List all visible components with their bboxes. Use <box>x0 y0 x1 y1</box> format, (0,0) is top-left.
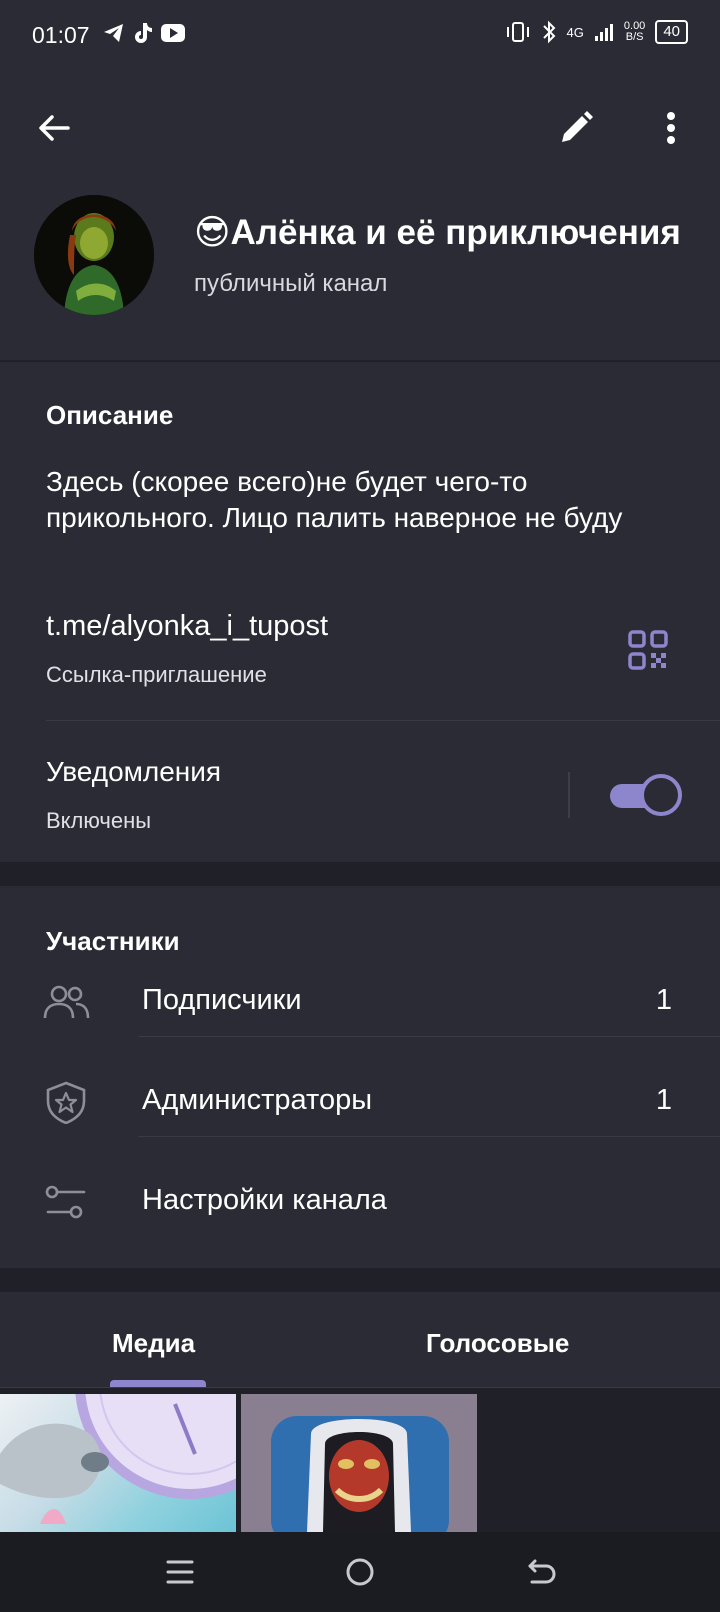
menu-icon[interactable] <box>158 1550 202 1594</box>
telegram-icon <box>104 24 123 42</box>
subscribers-label: Подписчики <box>142 984 302 1016</box>
media-thumbnail[interactable] <box>0 1394 236 1532</box>
invite-link[interactable]: t.me/alyonka_i_tupost <box>46 610 328 643</box>
members-card: Участники Подписчики 1 Администраторы 1 … <box>0 886 720 1268</box>
back-arrow-icon[interactable] <box>34 108 74 148</box>
status-bar: 01:07 4G 0.00 B/S 40 <box>0 0 720 72</box>
toggle-knob <box>640 774 682 816</box>
tab-voice[interactable]: Голосовые <box>426 1328 569 1359</box>
avatar-image <box>34 195 154 315</box>
notification-icons <box>103 22 185 44</box>
people-icon <box>43 985 90 1019</box>
battery-indicator: 40 <box>655 20 688 44</box>
network-type: 4G <box>566 24 584 40</box>
sliders-icon <box>45 1185 86 1219</box>
tabs-divider <box>0 1387 720 1388</box>
subscribers-row[interactable]: Подписчики 1 <box>0 952 720 1052</box>
bluetooth-icon <box>542 20 555 44</box>
network-speed: 0.00 B/S <box>624 21 645 43</box>
signal-icon <box>594 24 613 41</box>
youtube-icon <box>161 24 185 42</box>
home-icon[interactable] <box>338 1550 382 1594</box>
administrators-row[interactable]: Администраторы 1 <box>0 1052 720 1152</box>
thumbnail-image <box>241 1394 477 1532</box>
channel-type: публичный канал <box>194 270 388 297</box>
qr-code-icon[interactable] <box>628 630 668 670</box>
media-grid <box>0 1394 720 1532</box>
vibrate-icon <box>506 22 529 42</box>
channel-settings-label: Настройки канала <box>142 1184 387 1216</box>
tab-media[interactable]: Медиа <box>112 1328 195 1359</box>
divider <box>46 720 720 721</box>
description-title: Описание <box>46 400 174 430</box>
divider <box>138 1036 720 1037</box>
media-thumbnail[interactable] <box>241 1394 477 1532</box>
speed-unit: B/S <box>625 31 644 43</box>
channel-header: 😎Алёнка и её приключения публичный канал <box>0 72 720 360</box>
channel-avatar[interactable] <box>34 195 154 315</box>
description-text: Здесь (скорее всего)не будет чего-то при… <box>46 466 623 533</box>
channel-title: 😎Алёнка и её приключения <box>194 213 681 252</box>
back-icon[interactable] <box>518 1550 562 1594</box>
channel-info-card: Описание Здесь (скорее всего)не будет че… <box>0 362 720 862</box>
notifications-status: Включены <box>46 808 152 833</box>
divider <box>138 1136 720 1137</box>
status-time: 01:07 <box>32 22 90 48</box>
system-indicators: 4G 0.00 B/S 40 <box>505 20 688 44</box>
invite-link-label: Ссылка-приглашение <box>46 662 267 687</box>
more-vertical-icon[interactable] <box>656 108 686 148</box>
vertical-separator <box>568 772 570 818</box>
subscribers-count: 1 <box>655 984 672 1016</box>
tiktok-icon <box>135 23 152 43</box>
notifications-toggle[interactable] <box>610 774 682 816</box>
administrators-label: Администраторы <box>142 1084 373 1116</box>
administrators-count: 1 <box>655 1084 672 1116</box>
edit-pencil-icon[interactable] <box>556 108 596 148</box>
system-navigation-bar <box>0 1532 720 1612</box>
channel-settings-row[interactable]: Настройки канала <box>0 1152 720 1252</box>
thumbnail-image <box>0 1394 236 1524</box>
notifications-title: Уведомления <box>46 756 222 787</box>
shield-star-icon <box>46 1081 86 1124</box>
media-tabs: Медиа Голосовые <box>0 1292 720 1388</box>
